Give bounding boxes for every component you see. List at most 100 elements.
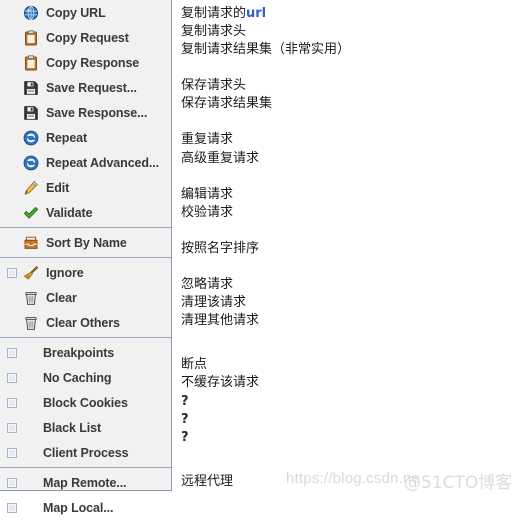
floppy-disk-icon bbox=[19, 80, 43, 96]
checkbox-slot[interactable] bbox=[4, 372, 19, 383]
menu-item-label: No Caching bbox=[43, 370, 112, 385]
menu-item-copy-response[interactable]: Copy Response bbox=[0, 50, 171, 75]
menu-section-copy-save-section: Copy URL Copy Request Copy Response Save Re… bbox=[0, 0, 171, 225]
anno-sort-by-name: 按照名字排序 bbox=[181, 241, 260, 256]
menu-item-label: Edit bbox=[46, 180, 70, 195]
menu-item-label: Black List bbox=[43, 420, 102, 435]
menu-item-sort-by-name[interactable]: Sort By Name bbox=[0, 230, 171, 255]
checkbox-block-cookies[interactable] bbox=[6, 397, 17, 408]
context-menu-panel: Copy URL Copy Request Copy Response Save Re… bbox=[0, 0, 172, 515]
menu-item-block-cookies[interactable]: Block Cookies bbox=[0, 390, 171, 415]
menu-item-copy-url[interactable]: Copy URL bbox=[0, 0, 171, 25]
menu-item-label: Save Response... bbox=[46, 105, 148, 120]
anno-save-response: 保存请求结果集 bbox=[181, 96, 273, 111]
menu-item-clear-others[interactable]: Clear Others bbox=[0, 310, 171, 335]
menu-separator bbox=[0, 337, 171, 338]
anno-map-remote: 远程代理 bbox=[181, 474, 234, 489]
menu-separator bbox=[0, 227, 171, 228]
anno-no-caching: 不缓存该请求 bbox=[181, 375, 260, 390]
menu-item-label: Repeat bbox=[46, 130, 88, 145]
menu-item-label: Map Local... bbox=[43, 500, 114, 515]
anno-block-cookies: ? bbox=[181, 394, 189, 409]
menu-item-black-list[interactable]: Black List bbox=[0, 415, 171, 440]
anno-repeat: 重复请求 bbox=[181, 132, 234, 147]
menu-item-map-remote[interactable]: Map Remote... bbox=[0, 470, 171, 495]
checkbox-map-local[interactable] bbox=[6, 502, 17, 513]
floppy-disk-icon bbox=[19, 105, 43, 121]
menu-item-label: Map Remote... bbox=[43, 475, 127, 490]
menu-item-label: Copy Response bbox=[46, 55, 140, 70]
refresh-icon bbox=[19, 130, 43, 146]
anno-repeat-advanced: 高级重复请求 bbox=[181, 151, 260, 166]
inbox-tray-icon bbox=[19, 235, 43, 251]
menu-item-save-request[interactable]: Save Request... bbox=[0, 75, 171, 100]
menu-item-label: Sort By Name bbox=[46, 235, 127, 250]
pencil-icon bbox=[19, 180, 43, 196]
menu-item-label: Copy URL bbox=[46, 5, 106, 20]
menu-separator bbox=[0, 467, 171, 468]
anno-copy-response: 复制请求结果集（非常实用） bbox=[181, 42, 351, 57]
menu-item-copy-request[interactable]: Copy Request bbox=[0, 25, 171, 50]
checkbox-slot[interactable] bbox=[4, 267, 19, 278]
green-check-icon bbox=[19, 205, 43, 221]
menu-item-label: Client Process bbox=[43, 445, 129, 460]
menu-item-map-local[interactable]: Map Local... bbox=[0, 495, 171, 520]
annotation-text: 复制请求的 bbox=[181, 6, 247, 21]
anno-validate: 校验请求 bbox=[181, 205, 234, 220]
menu-item-label: Breakpoints bbox=[43, 345, 115, 360]
checkbox-slot[interactable] bbox=[4, 397, 19, 408]
menu-item-repeat-advanced[interactable]: Repeat Advanced... bbox=[0, 150, 171, 175]
menu-separator bbox=[0, 257, 171, 258]
anno-save-request: 保存请求头 bbox=[181, 78, 247, 93]
anno-clear: 清理该请求 bbox=[181, 295, 247, 310]
menu-section-map-section: Map Remote... Map Local... bbox=[0, 470, 171, 520]
menu-item-validate[interactable]: Validate bbox=[0, 200, 171, 225]
clipboard-icon bbox=[19, 54, 43, 71]
menu-item-label: Clear bbox=[46, 290, 77, 305]
checkbox-no-caching[interactable] bbox=[6, 372, 17, 383]
annotation-url-word: url bbox=[246, 6, 267, 21]
menu-item-edit[interactable]: Edit bbox=[0, 175, 171, 200]
trash-bin-icon bbox=[19, 315, 43, 331]
menu-item-breakpoints[interactable]: Breakpoints bbox=[0, 340, 171, 365]
anno-copy-request: 复制请求头 bbox=[181, 24, 247, 39]
watermark-url: https://blog.csdn.ne bbox=[286, 470, 421, 487]
menu-item-repeat[interactable]: Repeat bbox=[0, 125, 171, 150]
checkbox-ignore[interactable] bbox=[6, 267, 17, 278]
menu-item-label: Validate bbox=[46, 205, 93, 220]
menu-section-sort-section: Sort By Name bbox=[0, 230, 171, 255]
trash-bin-icon bbox=[19, 290, 43, 306]
watermark-brand: @51CTO博客 bbox=[404, 473, 513, 493]
menu-item-clear[interactable]: Clear bbox=[0, 285, 171, 310]
broom-icon bbox=[19, 265, 43, 281]
menu-item-label: Clear Others bbox=[46, 315, 120, 330]
checkbox-slot[interactable] bbox=[4, 502, 19, 513]
menu-item-label: Block Cookies bbox=[43, 395, 128, 410]
checkbox-black-list[interactable] bbox=[6, 422, 17, 433]
checkbox-slot[interactable] bbox=[4, 477, 19, 488]
menu-item-label: Repeat Advanced... bbox=[46, 155, 160, 170]
anno-clear-others: 清理其他请求 bbox=[181, 313, 260, 328]
anno-edit: 编辑请求 bbox=[181, 187, 234, 202]
menu-section-clear-section: Ignore Clear Clear Others bbox=[0, 260, 171, 335]
anno-ignore: 忽略请求 bbox=[181, 277, 234, 292]
clipboard-icon bbox=[19, 29, 43, 46]
menu-item-label: Ignore bbox=[46, 265, 84, 280]
menu-item-client-process[interactable]: Client Process bbox=[0, 440, 171, 465]
checkbox-breakpoints[interactable] bbox=[6, 347, 17, 358]
menu-item-label: Save Request... bbox=[46, 80, 137, 95]
menu-item-no-caching[interactable]: No Caching bbox=[0, 365, 171, 390]
checkbox-client-process[interactable] bbox=[6, 447, 17, 458]
anno-copy-url: 复制请求的url bbox=[181, 4, 266, 23]
anno-breakpoints: 断点 bbox=[181, 357, 208, 372]
menu-item-ignore[interactable]: Ignore bbox=[0, 260, 171, 285]
menu-item-label: Copy Request bbox=[46, 30, 129, 45]
globe-icon bbox=[19, 5, 43, 21]
checkbox-map-remote[interactable] bbox=[6, 477, 17, 488]
anno-black-list: ? bbox=[181, 412, 189, 427]
menu-item-save-response[interactable]: Save Response... bbox=[0, 100, 171, 125]
checkbox-slot[interactable] bbox=[4, 422, 19, 433]
checkbox-slot[interactable] bbox=[4, 447, 19, 458]
refresh-icon bbox=[19, 155, 43, 171]
checkbox-slot[interactable] bbox=[4, 347, 19, 358]
